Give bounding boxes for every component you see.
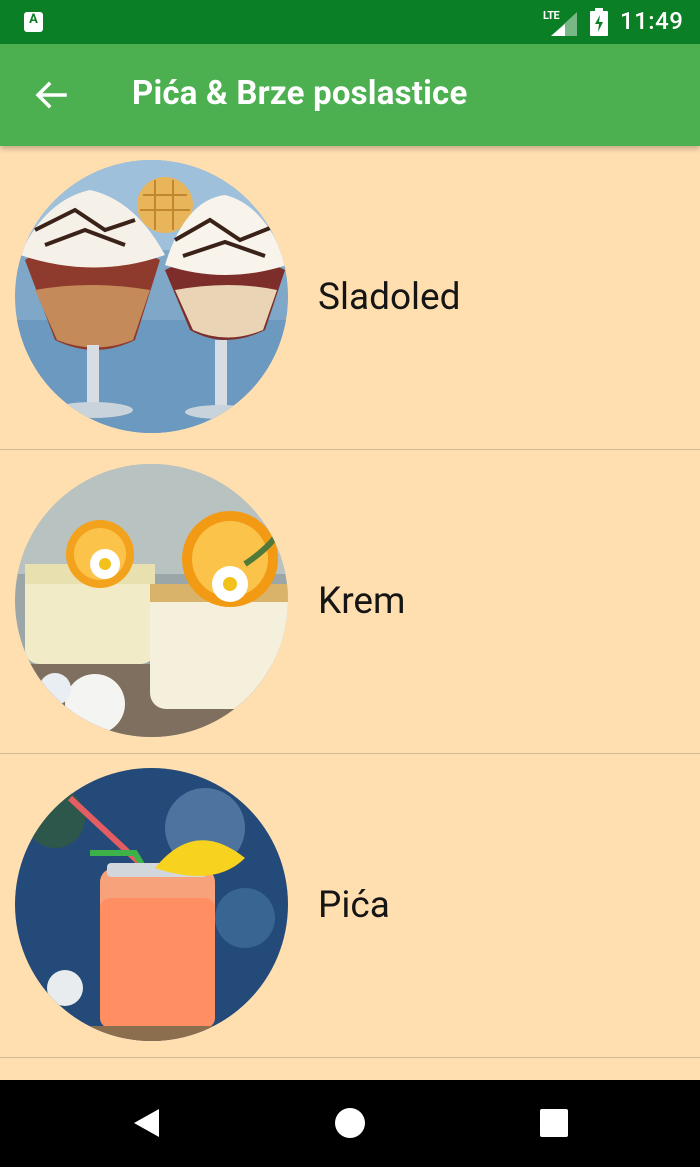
page-title: Pića & Brze poslastice — [132, 74, 468, 113]
status-bar: A LTE 11:49 — [0, 0, 700, 44]
ice-cream-image — [15, 160, 288, 433]
cell-signal-icon — [551, 12, 577, 36]
nav-recents-button[interactable] — [529, 1100, 579, 1146]
home-circle-icon — [335, 1108, 365, 1138]
system-nav-bar — [0, 1080, 700, 1167]
app-bar: Pića & Brze poslastice — [0, 44, 700, 146]
back-button[interactable] — [22, 70, 80, 120]
battery-charging-icon — [590, 8, 608, 36]
arrow-left-icon — [35, 81, 67, 109]
item-label: Pića — [318, 884, 390, 927]
recents-square-icon — [540, 1109, 568, 1137]
divider — [0, 1057, 700, 1058]
clock: 11:49 — [620, 7, 684, 35]
app-notification-icon: A — [24, 12, 43, 32]
nav-back-button[interactable] — [121, 1100, 171, 1146]
list-item-sladoled[interactable]: Sladoled — [0, 146, 700, 450]
list-item-pica[interactable]: Pića — [0, 754, 700, 1058]
item-label: Sladoled — [318, 276, 461, 319]
cream-dessert-image — [15, 464, 288, 737]
nav-home-button[interactable] — [325, 1100, 375, 1146]
item-label: Krem — [318, 580, 406, 623]
list-item-krem[interactable]: Krem — [0, 450, 700, 754]
orange-drink-image — [15, 768, 288, 1041]
category-list: Sladoled Krem Pića — [0, 146, 700, 1080]
back-triangle-icon — [134, 1109, 159, 1137]
